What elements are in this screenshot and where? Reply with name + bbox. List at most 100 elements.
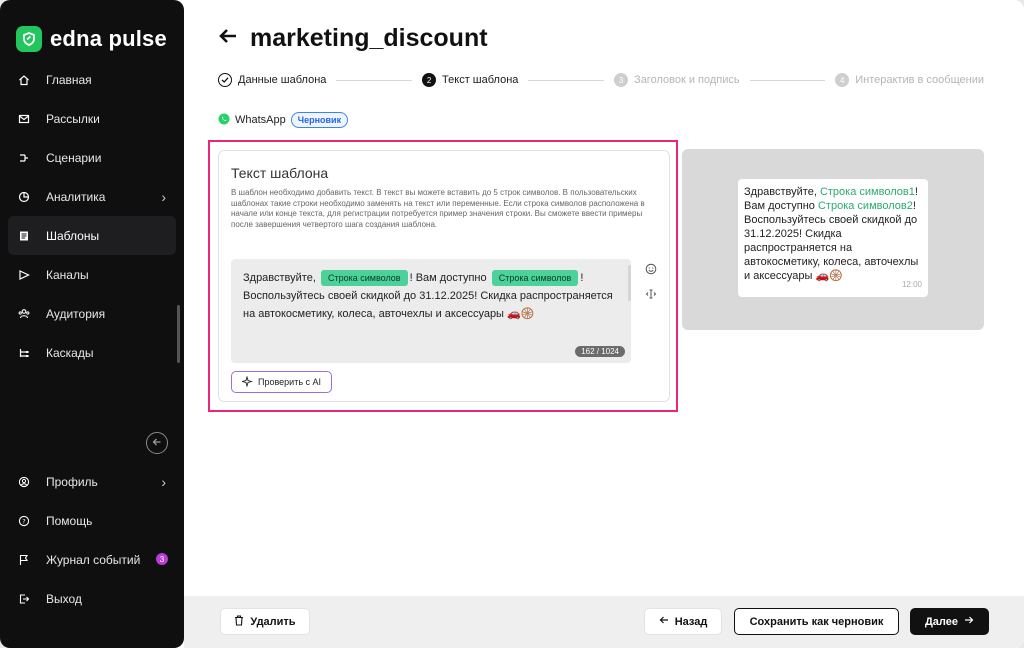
preview-text: Здравствуйте, [744,186,820,198]
sidebar-item-channels[interactable]: Каналы [8,255,176,294]
step-label: Интерактив в сообщении [855,74,984,86]
button-label: Удалить [250,615,296,628]
insert-variable-button[interactable] [639,284,663,306]
sidebar-item-label: Помощь [46,513,93,528]
sidebar-item-help[interactable]: ? Помощь [8,501,176,540]
channel-name: WhatsApp [235,114,286,126]
collapse-sidebar-button[interactable] [146,432,168,454]
variable-chip[interactable]: Строка символов [491,270,579,286]
sidebar-item-templates[interactable]: Шаблоны [8,216,176,255]
notification-badge: 3 [156,553,168,565]
sidebar-item-logout[interactable]: Выход [8,579,176,618]
logo-icon [16,26,42,52]
message-bubble: Здравствуйте, Строка символов1! Вам дост… [738,179,928,297]
app-window: edna pulse Главная Рассылки Сценарии Ана… [0,0,1024,648]
chevron-right-icon: › [161,189,166,205]
delete-button[interactable]: Удалить [220,608,310,635]
audience-icon [16,306,32,322]
back-arrow-icon[interactable] [218,27,238,50]
step-label: Заголовок и подпись [634,74,740,86]
channel-info: WhatsApp Черновик [218,112,349,128]
emoji-button[interactable] [639,259,663,281]
sidebar-item-mailings[interactable]: Рассылки [8,99,176,138]
sidebar-item-label: Аналитика [46,189,106,204]
editor-text-segment: ! Вам доступно [409,272,487,284]
button-label: Сохранить как черновик [749,615,884,628]
status-badge: Черновик [290,112,349,128]
variable-chip[interactable]: Строка символов [320,270,408,286]
editor-scrollbar[interactable] [628,265,631,301]
arrow-left-icon [659,615,669,628]
arrow-left-icon [152,434,162,452]
scenarios-icon [16,150,32,166]
profile-icon [16,474,32,490]
sidebar-item-audience[interactable]: Аудитория [8,294,176,333]
sidebar-item-label: Профиль [46,474,98,489]
main-content: marketing_discount Данные шаблона 2 Текс… [184,0,1024,648]
step-divider [528,79,605,81]
text-cursor-icon [645,288,657,303]
help-icon: ? [16,513,32,529]
sidebar-item-label: Каскады [46,345,94,360]
sidebar-item-profile[interactable]: Профиль › [8,462,176,501]
sidebar-item-label: Шаблоны [46,228,100,243]
button-label: Проверить с AI [258,377,322,387]
trash-icon [234,614,244,629]
stepper: Данные шаблона 2 Текст шаблона 3 Заголов… [218,70,984,90]
step-interactive[interactable]: 4 Интерактив в сообщении [835,73,984,87]
whatsapp-icon [218,113,230,128]
step-number: 3 [614,73,629,87]
sparkle-icon [240,374,254,389]
sidebar-item-scenarios[interactable]: Сценарии [8,138,176,177]
preview-text: ! Воспользуйтесь своей скидкой до 31.12.… [744,200,919,282]
editor-highlight: Текст шаблона В шаблон необходимо добави… [208,140,678,412]
step-label: Текст шаблона [442,74,519,86]
logout-icon [16,591,32,607]
message-time: 12:00 [901,280,922,289]
button-label: Назад [674,615,708,628]
check-with-ai-button[interactable]: Проверить с AI [231,371,333,393]
step-template-data[interactable]: Данные шаблона [218,73,326,87]
brand-name: edna pulse [50,26,167,51]
sidebar-item-label: Сценарии [46,150,102,165]
next-button[interactable]: Далее [910,608,989,635]
flag-icon [16,552,32,568]
preview-variable: Строка символов2 [817,200,913,212]
card-description: В шаблон необходимо добавить текст. В те… [231,188,645,229]
sidebar-item-label: Рассылки [46,111,100,126]
main-nav: Главная Рассылки Сценарии Аналитика › Ша… [8,60,176,372]
sidebar-item-home[interactable]: Главная [8,60,176,99]
svg-text:?: ? [22,517,25,525]
editor-text-segment: Здравствуйте, [243,272,316,284]
template-text-card: Текст шаблона В шаблон необходимо добави… [218,150,670,402]
sidebar-scrollbar[interactable] [177,305,180,363]
back-button[interactable]: Назад [644,608,722,635]
emoji-icon [645,263,657,278]
cascade-icon [16,345,32,361]
templates-icon [16,228,32,244]
step-label: Данные шаблона [238,74,327,86]
chevron-right-icon: › [161,474,166,490]
step-header-signature[interactable]: 3 Заголовок и подпись [614,73,740,87]
check-icon [218,73,232,87]
analytics-icon [16,189,32,205]
preview-variable: Строка символов1 [819,186,915,198]
sidebar-item-cascades[interactable]: Каскады [8,333,176,372]
editor-content[interactable]: Здравствуйте, Строка символов! Вам досту… [243,269,623,323]
step-number: 2 [422,73,437,87]
sidebar-item-analytics[interactable]: Аналитика › [8,177,176,216]
sidebar-item-label: Аудитория [46,306,106,321]
sidebar-item-label: Журнал событий [46,552,141,567]
character-counter: 162 / 1024 [575,346,625,357]
page-header: marketing_discount [218,24,488,53]
sidebar-item-label: Выход [46,591,82,606]
step-template-text[interactable]: 2 Текст шаблона [422,73,518,87]
message-preview: Здравствуйте, Строка символов1! Вам дост… [682,149,984,330]
logo[interactable]: edna pulse [16,26,167,52]
save-draft-button[interactable]: Сохранить как черновик [734,608,899,635]
send-icon [16,267,32,283]
sidebar: edna pulse Главная Рассылки Сценарии Ана… [0,0,184,648]
sidebar-item-event-log[interactable]: Журнал событий 3 [8,540,176,579]
template-text-editor[interactable]: Здравствуйте, Строка символов! Вам досту… [231,259,631,363]
step-divider [336,79,413,81]
